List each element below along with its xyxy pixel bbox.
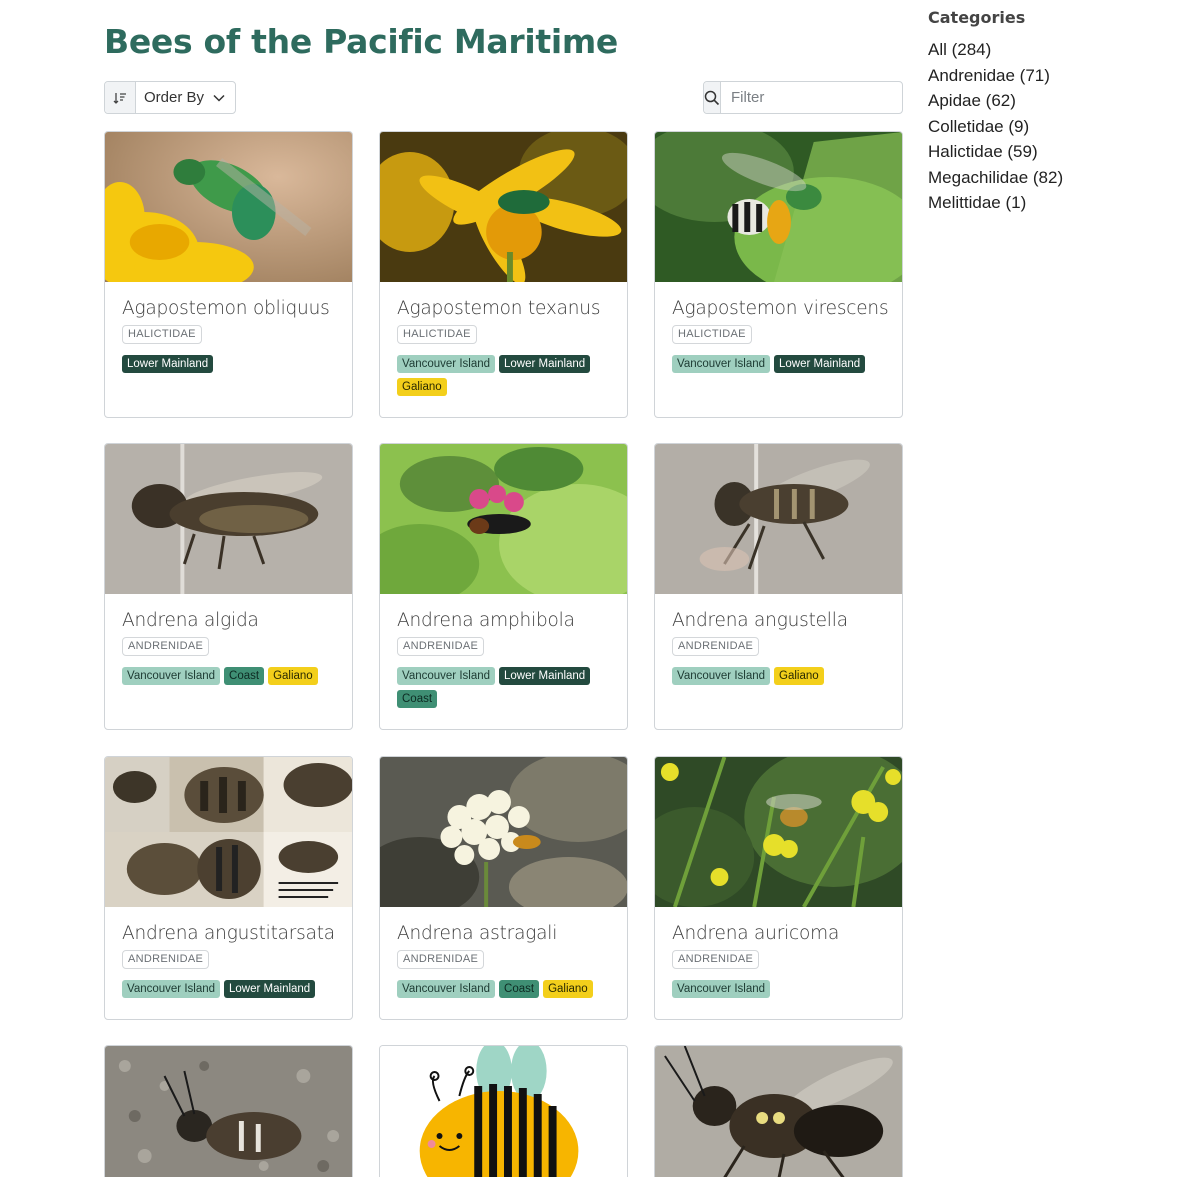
species-card[interactable] [104,1045,353,1177]
region-list: Vancouver Island Lower Mainland [672,355,885,373]
species-name: Agapostemon obliquus [122,298,330,319]
region-list: Vancouver Island Coast Galiano [397,980,610,998]
category-apidae[interactable]: Apidae (62) [928,88,1158,114]
region-tag-galiano: Galiano [774,667,824,685]
category-andrenidae[interactable]: Andrenidae (71) [928,63,1158,89]
region-tag-galiano: Galiano [543,980,593,998]
region-list: Lower Mainland [122,355,335,373]
species-photo[interactable] [105,444,352,594]
species-name: Agapostemon virescens [672,298,889,319]
species-card[interactable]: Agapostemon texanus HALICTIDAE Vancouver… [379,131,628,418]
chevron-down-icon [213,94,225,102]
region-tag-vancouver-island: Vancouver Island [397,667,496,685]
sort-icon [113,92,126,104]
region-tag-lower-mainland: Lower Mainland [499,667,591,685]
species-card[interactable]: Agapostemon virescens HALICTIDAE Vancouv… [654,131,903,418]
region-tag-lower-mainland: Lower Mainland [224,980,316,998]
category-melittidae[interactable]: Melittidae (1) [928,190,1158,216]
species-card[interactable]: Andrena angustella ANDRENIDAE Vancouver … [654,443,903,730]
page-title: Bees of the Pacific Maritime [104,22,619,61]
species-card[interactable]: Andrena amphibola ANDRENIDAE Vancouver I… [379,443,628,730]
species-name: Andrena angustitarsata [122,923,335,944]
region-tag-coast: Coast [499,980,540,998]
species-name: Andrena algida [122,610,259,631]
species-name: Andrena auricoma [672,923,840,944]
filter-input[interactable] [721,82,940,113]
region-list: Vancouver Island Coast Galiano [122,667,335,685]
species-card[interactable]: Andrena angustitarsata ANDRENIDAE Vancou… [104,756,353,1020]
order-by-dropdown[interactable]: Order By [136,82,235,113]
region-list: Vancouver Island Galiano [672,667,885,685]
species-card[interactable]: Andrena auricoma ANDRENIDAE Vancouver Is… [654,756,903,1020]
species-photo[interactable] [655,1046,902,1177]
categories-heading: Categories [928,8,1026,27]
family-badge: HALICTIDAE [397,325,477,344]
region-tag-lower-mainland: Lower Mainland [774,355,866,373]
region-list: Vancouver Island [672,980,885,998]
family-badge: ANDRENIDAE [122,637,210,656]
order-by-control: Order By [104,81,236,114]
family-badge: ANDRENIDAE [122,950,210,969]
region-tag-vancouver-island: Vancouver Island [397,980,496,998]
filter-icon-box [704,82,721,113]
species-photo[interactable] [655,444,902,594]
species-name: Andrena angustella [672,610,848,631]
species-name: Andrena astragali [397,923,558,944]
species-card[interactable] [654,1045,903,1177]
region-tag-vancouver-island: Vancouver Island [672,667,771,685]
species-photo[interactable] [380,132,627,282]
species-card[interactable]: Agapostemon obliquus HALICTIDAE Lower Ma… [104,131,353,418]
species-photo[interactable] [380,1046,627,1177]
species-card[interactable]: Andrena algida ANDRENIDAE Vancouver Isla… [104,443,353,730]
categories-sidebar: Categories All (284) Andrenidae (71) Api… [928,8,1158,216]
family-badge: ANDRENIDAE [397,637,485,656]
region-tag-vancouver-island: Vancouver Island [397,355,496,373]
region-tag-lower-mainland: Lower Mainland [499,355,591,373]
sort-direction-button[interactable] [105,82,136,113]
region-list: Vancouver Island Lower Mainland Galiano [397,355,610,396]
family-badge: HALICTIDAE [672,325,752,344]
region-tag-vancouver-island: Vancouver Island [122,667,221,685]
region-tag-coast: Coast [224,667,265,685]
order-by-label: Order By [144,89,205,106]
region-tag-vancouver-island: Vancouver Island [672,355,771,373]
species-photo[interactable] [380,757,627,907]
region-list: Vancouver Island Lower Mainland [122,980,335,998]
species-name: Andrena amphibola [397,610,575,631]
filter-control [703,81,940,114]
family-badge: HALICTIDAE [122,325,202,344]
species-photo[interactable] [105,757,352,907]
category-halictidae[interactable]: Halictidae (59) [928,139,1158,165]
family-badge: ANDRENIDAE [672,637,760,656]
region-tag-galiano: Galiano [268,667,318,685]
region-tag-vancouver-island: Vancouver Island [672,980,771,998]
species-name: Agapostemon texanus [397,298,601,319]
species-photo[interactable] [380,444,627,594]
category-megachilidae[interactable]: Megachilidae (82) [928,165,1158,191]
search-icon [704,90,720,105]
family-badge: ANDRENIDAE [672,950,760,969]
category-colletidae[interactable]: Colletidae (9) [928,114,1158,140]
species-photo[interactable] [655,132,902,282]
category-all[interactable]: All (284) [928,37,1158,63]
species-photo[interactable] [655,757,902,907]
species-photo[interactable] [105,1046,352,1177]
region-tag-coast: Coast [397,690,438,708]
species-card[interactable]: Andrena astragali ANDRENIDAE Vancouver I… [379,756,628,1020]
region-tag-lower-mainland: Lower Mainland [122,355,214,373]
species-card[interactable] [379,1045,628,1177]
family-badge: ANDRENIDAE [397,950,485,969]
region-list: Vancouver Island Lower Mainland Coast [397,667,610,708]
region-tag-galiano: Galiano [397,378,447,396]
region-tag-vancouver-island: Vancouver Island [122,980,221,998]
species-photo[interactable] [105,132,352,282]
